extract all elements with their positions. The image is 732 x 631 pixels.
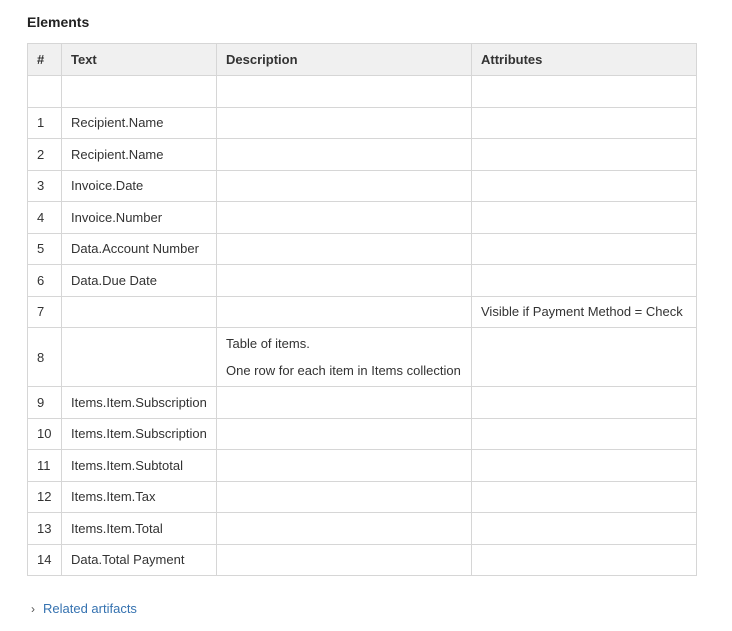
row-attributes-cell bbox=[471, 512, 697, 545]
table-row: 8 Table of items. One row for each item in… bbox=[27, 327, 697, 387]
section-title: Elements bbox=[27, 14, 90, 30]
elements-table: # Text Description Attributes 1 Recipient… bbox=[27, 43, 697, 576]
row-attributes-cell bbox=[471, 75, 697, 108]
row-description-cell bbox=[216, 169, 472, 202]
row-text-cell: Data.Due Date bbox=[61, 264, 217, 297]
row-description-cell bbox=[216, 480, 472, 513]
table-row: 12 Items.Item.Tax bbox=[27, 480, 697, 513]
row-text-cell: Items.Item.Tax bbox=[61, 480, 217, 513]
row-number-cell: 8 bbox=[27, 327, 62, 387]
table-row: 6 Data.Due Date bbox=[27, 264, 697, 297]
table-row: 9 Items.Item.Subscription bbox=[27, 386, 697, 419]
column-header-attributes: Attributes bbox=[471, 43, 697, 76]
row-text-cell bbox=[61, 295, 217, 328]
row-number-cell: 14 bbox=[27, 543, 62, 576]
row-attributes-cell bbox=[471, 327, 697, 387]
row-description-cell bbox=[216, 201, 472, 234]
row-number-cell: 2 bbox=[27, 138, 62, 171]
row-description-cell: Table of items. One row for each item in … bbox=[216, 327, 472, 387]
table-row: 14 Data.Total Payment bbox=[27, 543, 697, 576]
table-row: 2 Recipient.Name bbox=[27, 138, 697, 171]
table-row: 1 Recipient.Name bbox=[27, 106, 697, 139]
related-artifacts-link[interactable]: Related artifacts bbox=[43, 601, 137, 616]
row-attributes-cell bbox=[471, 106, 697, 139]
table-row: 10 Items.Item.Subscription bbox=[27, 417, 697, 450]
row-description-cell bbox=[216, 106, 472, 139]
row-attributes-cell bbox=[471, 201, 697, 234]
row-description-cell bbox=[216, 543, 472, 576]
row-description-cell bbox=[216, 449, 472, 482]
row-description-cell bbox=[216, 417, 472, 450]
row-number-cell: 4 bbox=[27, 201, 62, 234]
row-text-cell: Recipient.Name bbox=[61, 106, 217, 139]
row-number-cell: 9 bbox=[27, 386, 62, 419]
row-attributes-cell bbox=[471, 449, 697, 482]
row-attributes-cell bbox=[471, 169, 697, 202]
column-header-description: Description bbox=[216, 43, 472, 76]
row-text-cell bbox=[61, 327, 217, 387]
row-text-cell bbox=[61, 75, 217, 108]
description-line: Table of items. bbox=[226, 336, 310, 351]
table-header-row: # Text Description Attributes bbox=[27, 43, 697, 76]
description-line: One row for each item in Items collectio… bbox=[226, 363, 461, 378]
row-description-cell bbox=[216, 386, 472, 419]
row-description-cell bbox=[216, 512, 472, 545]
row-number-cell: 1 bbox=[27, 106, 62, 139]
related-artifacts-toggle[interactable]: › Related artifacts bbox=[31, 601, 137, 616]
table-row bbox=[27, 75, 697, 108]
chevron-right-icon: › bbox=[31, 601, 35, 616]
table-row: 13 Items.Item.Total bbox=[27, 512, 697, 545]
row-text-cell: Items.Item.Total bbox=[61, 512, 217, 545]
row-number-cell: 5 bbox=[27, 232, 62, 265]
row-number-cell: 12 bbox=[27, 480, 62, 513]
table-row: 11 Items.Item.Subtotal bbox=[27, 449, 697, 482]
table-row: 4 Invoice.Number bbox=[27, 201, 697, 234]
row-description-cell bbox=[216, 232, 472, 265]
row-attributes-cell bbox=[471, 264, 697, 297]
row-number-cell: 13 bbox=[27, 512, 62, 545]
row-number-cell: 11 bbox=[27, 449, 62, 482]
row-number-cell: 10 bbox=[27, 417, 62, 450]
column-header-number: # bbox=[27, 43, 62, 76]
row-attributes-cell bbox=[471, 138, 697, 171]
row-text-cell: Items.Item.Subscription bbox=[61, 417, 217, 450]
row-number-cell: 7 bbox=[27, 295, 62, 328]
row-number-cell: 6 bbox=[27, 264, 62, 297]
row-attributes-cell bbox=[471, 386, 697, 419]
table-row: 7 Visible if Payment Method = Check bbox=[27, 295, 697, 328]
row-text-cell: Invoice.Date bbox=[61, 169, 217, 202]
table-row: 3 Invoice.Date bbox=[27, 169, 697, 202]
row-description-cell bbox=[216, 295, 472, 328]
row-attributes-cell bbox=[471, 232, 697, 265]
row-number-cell bbox=[27, 75, 62, 108]
row-number-cell: 3 bbox=[27, 169, 62, 202]
row-text-cell: Recipient.Name bbox=[61, 138, 217, 171]
row-attributes-cell bbox=[471, 417, 697, 450]
row-attributes-cell bbox=[471, 543, 697, 576]
row-attributes-cell bbox=[471, 480, 697, 513]
row-text-cell: Items.Item.Subtotal bbox=[61, 449, 217, 482]
row-attributes-cell: Visible if Payment Method = Check bbox=[471, 295, 697, 328]
table-row: 5 Data.Account Number bbox=[27, 232, 697, 265]
row-description-cell bbox=[216, 138, 472, 171]
column-header-text: Text bbox=[61, 43, 217, 76]
row-text-cell: Data.Total Payment bbox=[61, 543, 217, 576]
row-text-cell: Invoice.Number bbox=[61, 201, 217, 234]
row-text-cell: Data.Account Number bbox=[61, 232, 217, 265]
row-text-cell: Items.Item.Subscription bbox=[61, 386, 217, 419]
row-description-cell bbox=[216, 264, 472, 297]
row-description-cell bbox=[216, 75, 472, 108]
